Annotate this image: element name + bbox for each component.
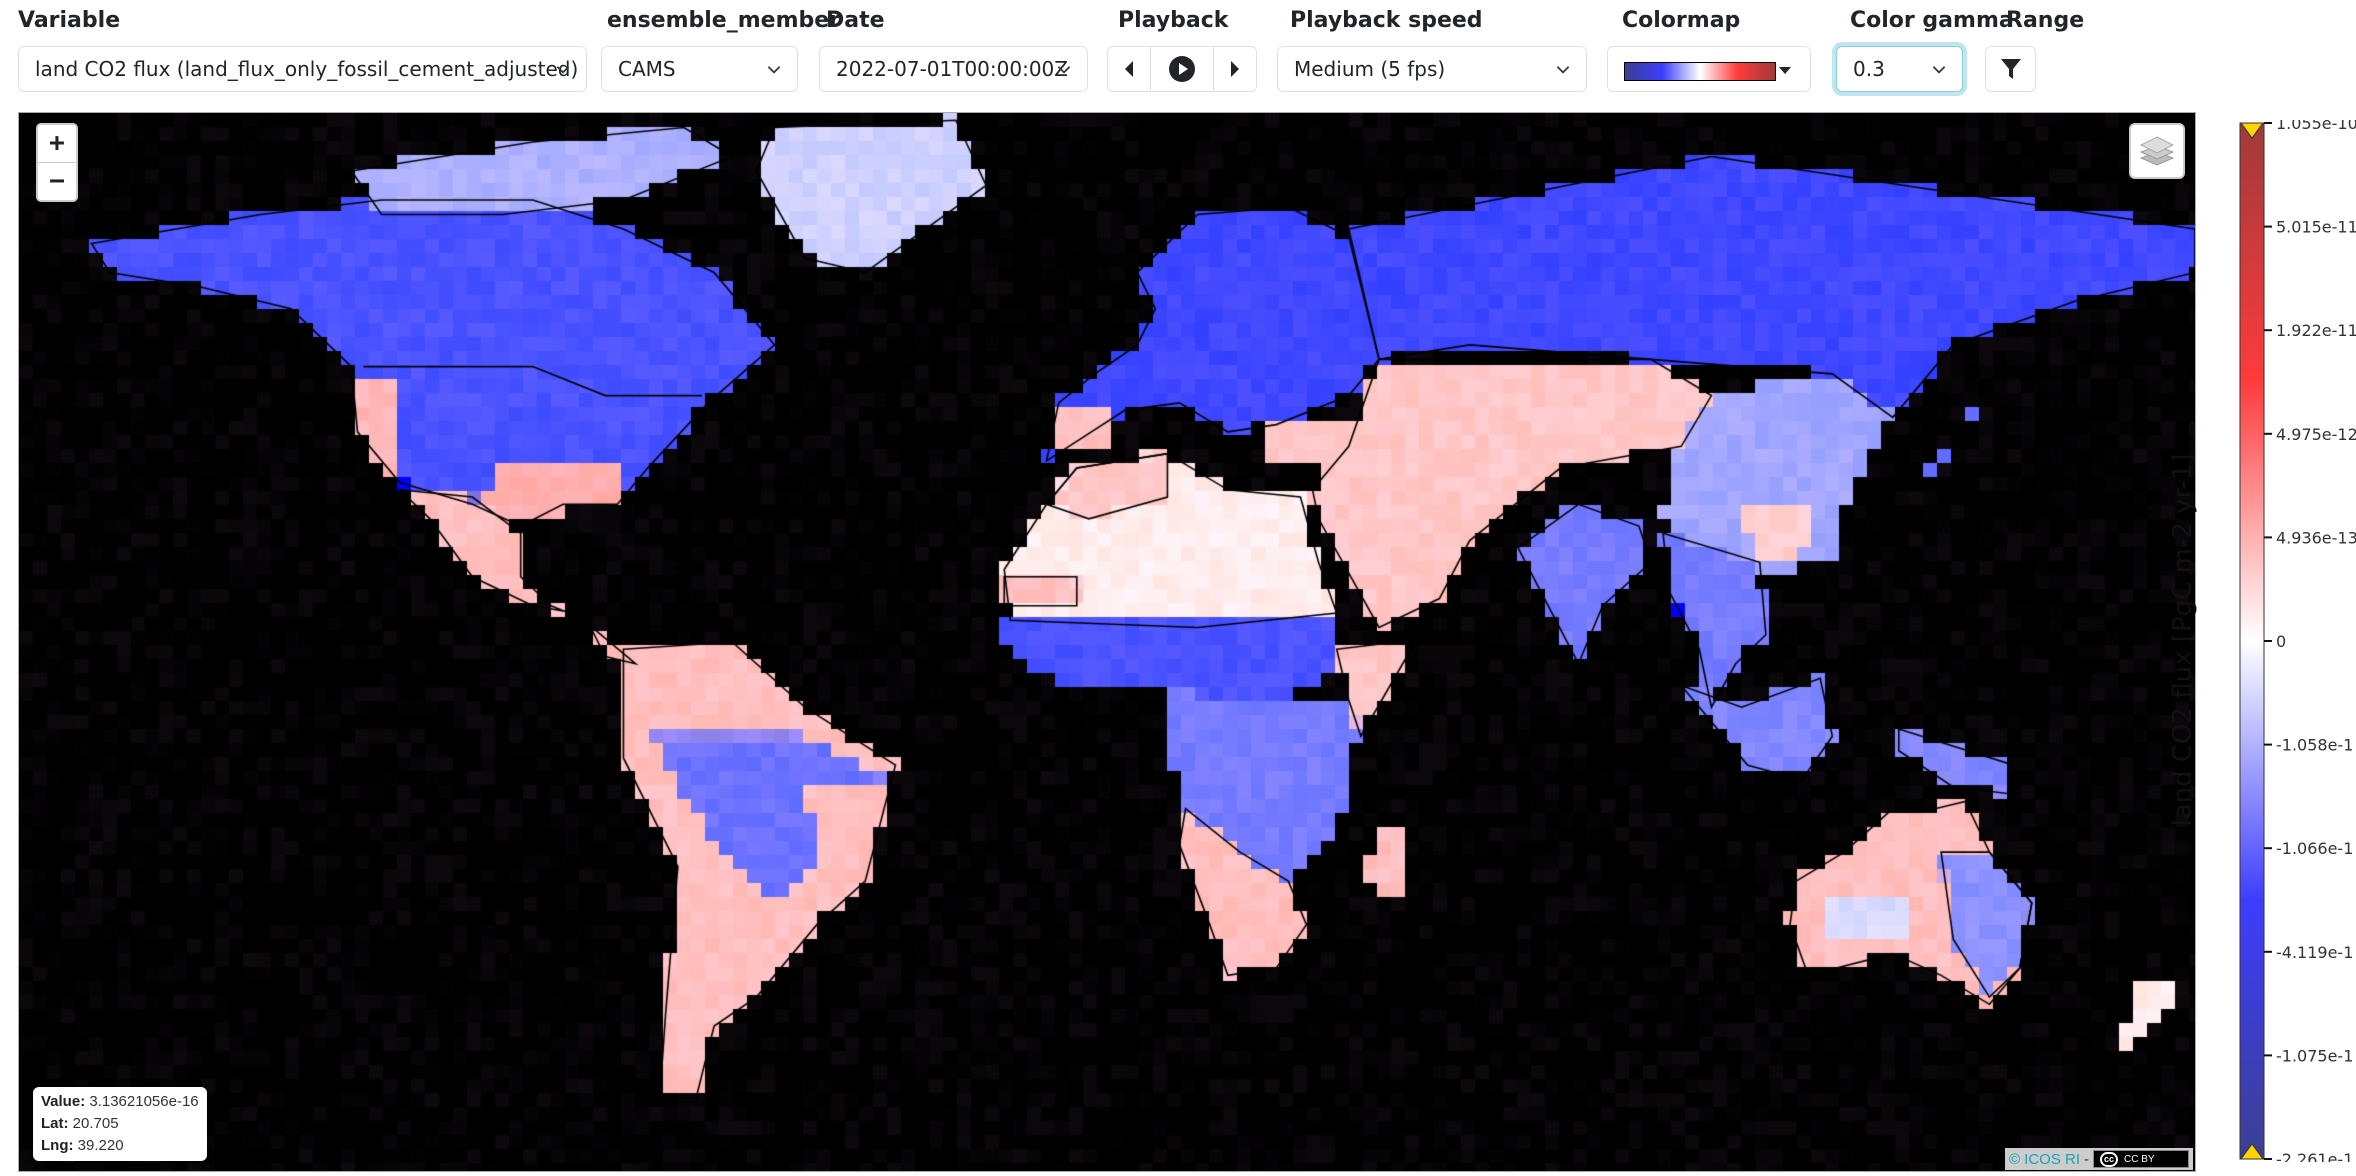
map-view[interactable]: + − Value: 3.13621056e-16 Lat: 20.705 Ln… bbox=[18, 112, 2196, 1172]
play-circle-icon bbox=[1169, 56, 1195, 82]
cc-by-license-badge[interactable]: cc CC BY bbox=[2093, 1150, 2189, 1168]
range-filter-button[interactable] bbox=[1985, 46, 2036, 92]
chevron-down-icon bbox=[767, 66, 781, 74]
colorbar-tick-label: -2.261e-1 bbox=[2276, 1150, 2353, 1162]
colorbar-tick-label: -4.119e-1 bbox=[2276, 943, 2353, 962]
range-label: Range bbox=[2006, 8, 2085, 33]
colorbar: 1.055e-10 5.015e-11 1.922e-11 4.975e-12 4.93… bbox=[2239, 120, 2356, 1162]
variable-select-value: land CO2 flux (land_flux_only_fossil_cem… bbox=[35, 57, 579, 81]
colorbar-tick-label: -1.066e-1 bbox=[2276, 839, 2353, 858]
playback-speed-select-value: Medium (5 fps) bbox=[1294, 57, 1446, 81]
lat-readout: 20.705 bbox=[72, 1115, 119, 1132]
lng-label: Lng: bbox=[41, 1137, 74, 1154]
colorbar-tick-label: 0 bbox=[2276, 632, 2286, 651]
chevron-down-icon bbox=[1556, 66, 1570, 74]
value-readout: 3.13621056e-16 bbox=[89, 1093, 199, 1110]
attribution-separator: - bbox=[2084, 1150, 2089, 1168]
playback-label: Playback bbox=[1118, 8, 1229, 33]
caret-left-icon bbox=[1125, 61, 1133, 77]
play-button[interactable] bbox=[1150, 47, 1213, 91]
colorbar-tick-label: 1.055e-10 bbox=[2276, 120, 2356, 133]
colorbar-tick-label: 4.975e-12 bbox=[2276, 425, 2356, 444]
colorbar-tick-label: -1.075e-1 bbox=[2276, 1046, 2353, 1065]
layers-button[interactable] bbox=[2129, 123, 2185, 179]
variable-select[interactable]: land CO2 flux (land_flux_only_fossil_cem… bbox=[18, 46, 587, 92]
chevron-down-icon bbox=[1932, 66, 1946, 74]
caret-right-icon bbox=[1231, 61, 1239, 77]
playback-speed-select[interactable]: Medium (5 fps) bbox=[1277, 46, 1587, 92]
zoom-out-button[interactable]: − bbox=[38, 162, 76, 200]
variable-label: Variable bbox=[18, 8, 121, 33]
colormap-label: Colormap bbox=[1622, 8, 1741, 33]
cursor-info-box: Value: 3.13621056e-16 Lat: 20.705 Lng: 3… bbox=[33, 1087, 207, 1161]
zoom-in-button[interactable]: + bbox=[38, 125, 76, 162]
zoom-control: + − bbox=[36, 123, 78, 202]
chevron-down-icon bbox=[1057, 66, 1071, 74]
color-gamma-label: Color gamma bbox=[1850, 8, 2014, 33]
playback-controls bbox=[1107, 46, 1257, 92]
lat-label: Lat: bbox=[41, 1115, 69, 1132]
colorbar-tick-label: 1.922e-11 bbox=[2276, 321, 2356, 340]
attribution-link[interactable]: © ICOS RI bbox=[2009, 1151, 2080, 1168]
colorbar-gradient bbox=[2239, 122, 2265, 1160]
filter-icon bbox=[2000, 59, 2021, 79]
colorbar-title: land CO2 flux [PgC m-2 yr-1] bbox=[2168, 453, 2198, 827]
colorbar-tick-label: 5.015e-11 bbox=[2276, 218, 2356, 237]
ensemble-member-select[interactable]: CAMS bbox=[601, 46, 798, 92]
layers-icon bbox=[2139, 136, 2175, 166]
playback-speed-label: Playback speed bbox=[1290, 8, 1483, 33]
chevron-down-icon bbox=[556, 66, 570, 74]
map-attribution: © ICOS RI - cc CC BY bbox=[2004, 1148, 2193, 1170]
previous-button[interactable] bbox=[1108, 47, 1150, 91]
value-label: Value: bbox=[41, 1093, 86, 1110]
colormap-preview bbox=[1624, 62, 1776, 81]
date-select-value: 2022-07-01T00:00:00Z bbox=[836, 57, 1068, 81]
date-label: Date bbox=[826, 8, 885, 33]
lng-readout: 39.220 bbox=[77, 1137, 124, 1154]
ensemble-member-select-value: CAMS bbox=[618, 57, 676, 81]
color-gamma-select-value: 0.3 bbox=[1853, 57, 1885, 81]
ensemble-member-label: ensemble_member bbox=[607, 8, 841, 33]
next-button[interactable] bbox=[1213, 47, 1256, 91]
caret-down-icon bbox=[1779, 67, 1791, 74]
colormap-select[interactable] bbox=[1607, 46, 1811, 92]
colorbar-tick-label: -1.058e-1 bbox=[2276, 736, 2353, 755]
colorbar-tick-label: 4.936e-13 bbox=[2276, 528, 2356, 547]
date-select[interactable]: 2022-07-01T00:00:00Z bbox=[819, 46, 1088, 92]
flux-heatmap[interactable] bbox=[19, 113, 2195, 1171]
color-gamma-select[interactable]: 0.3 bbox=[1836, 46, 1963, 92]
